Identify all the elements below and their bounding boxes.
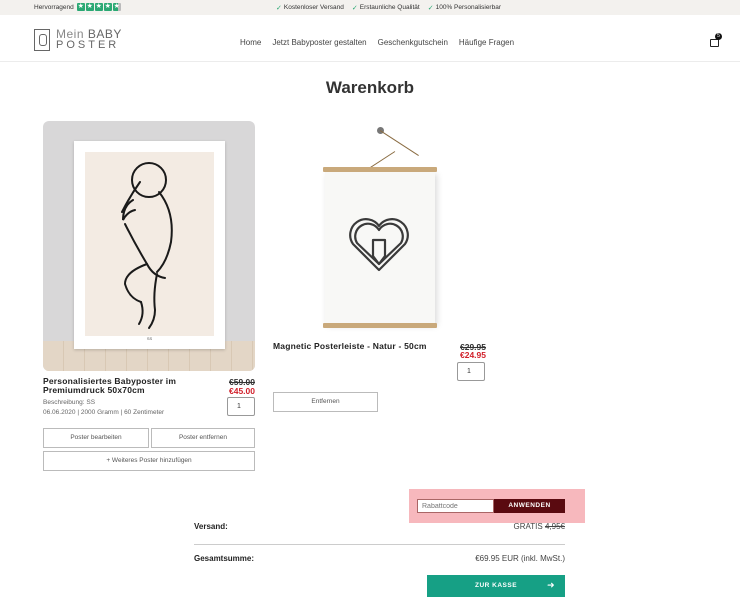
quantity-input[interactable]: 1 [227,397,255,416]
rating: Hervorragend ★ ★ ★ ★ ★ [34,3,121,11]
divider [194,544,565,545]
site-header: Mein BABY POSTER Home Jetzt Babyposter g… [0,15,740,62]
product-image-posterleiste [273,121,485,331]
apply-coupon-button[interactable]: ANWENDEN [494,499,565,513]
cart-button[interactable]: 5 [710,33,722,47]
cart-count-badge: 5 [715,33,722,40]
heart-pencil-icon [349,218,409,272]
usp-list: ✓ Kostenloser Versand ✓ Erstaunliche Quali… [276,4,501,12]
add-poster-button[interactable]: + Weiteres Poster hinzufügen [43,451,255,471]
page-title: Warenkorb [325,78,415,97]
check-icon: ✓ [427,4,434,12]
product-image-babyposter: SS [43,121,255,371]
shipping-value: GRATIS 4,95€ [513,522,565,531]
quantity-input[interactable]: 1 [457,362,485,381]
coupon-section: ANWENDEN [409,489,585,523]
product-title: Personalisiertes Babyposter im Premiumdr… [43,376,177,395]
total-label: Gesamtsumme: [194,554,255,563]
star-half-icon: ★ [112,3,121,11]
nav-home[interactable]: Home [240,38,261,47]
sale-price: €45.00 [229,386,255,396]
nav-create-poster[interactable]: Jetzt Babyposter gestalten [272,38,366,47]
shipping-label: Versand: [194,522,228,531]
usp-item: ✓ 100% Personalisierbar [427,4,501,12]
remove-poster-button[interactable]: Poster entfernen [151,428,255,448]
star-icon: ★ [94,3,103,11]
baby-logo-icon [34,29,50,51]
star-icon: ★ [76,3,85,11]
main-nav: Home Jetzt Babyposter gestalten Geschenk… [240,38,514,47]
baby-sketch-illustration [121,162,173,329]
product-title: Magnetic Posterleiste - Natur - 50cm [273,341,427,351]
sale-price: €24.95 [460,350,486,360]
rating-label: Hervorragend [34,3,74,11]
check-icon: ✓ [276,4,282,12]
shopping-bag-icon [710,39,719,47]
coupon-input[interactable] [417,499,494,513]
rating-stars: ★ ★ ★ ★ ★ [76,3,121,11]
total-value: €69.95 EUR (inkl. MwSt.) [475,554,565,563]
star-icon: ★ [85,3,94,11]
usp-item: ✓ Kostenloser Versand [276,4,344,12]
nav-gift-voucher[interactable]: Geschenkgutschein [378,38,448,47]
edit-poster-button[interactable]: Poster bearbeiten [43,428,149,448]
logo[interactable]: Mein BABY POSTER [34,28,122,51]
arrow-right-icon: ➜ [546,580,555,590]
check-icon: ✓ [351,4,358,12]
poster-caption: SS [146,336,153,341]
top-bar: Hervorragend ★ ★ ★ ★ ★ ✓ Kostenloser Vers… [0,0,740,15]
usp-item: ✓ Erstaunliche Qualität [351,4,420,12]
star-icon: ★ [103,3,112,11]
checkout-button[interactable]: ZUR KASSE ➜ [427,575,565,597]
nav-faq[interactable]: Häufige Fragen [459,38,514,47]
remove-product-button[interactable]: Entfernen [273,392,378,412]
product-description: Beschreibung: SS 06.06.2020 | 2000 Gramm… [43,399,165,416]
